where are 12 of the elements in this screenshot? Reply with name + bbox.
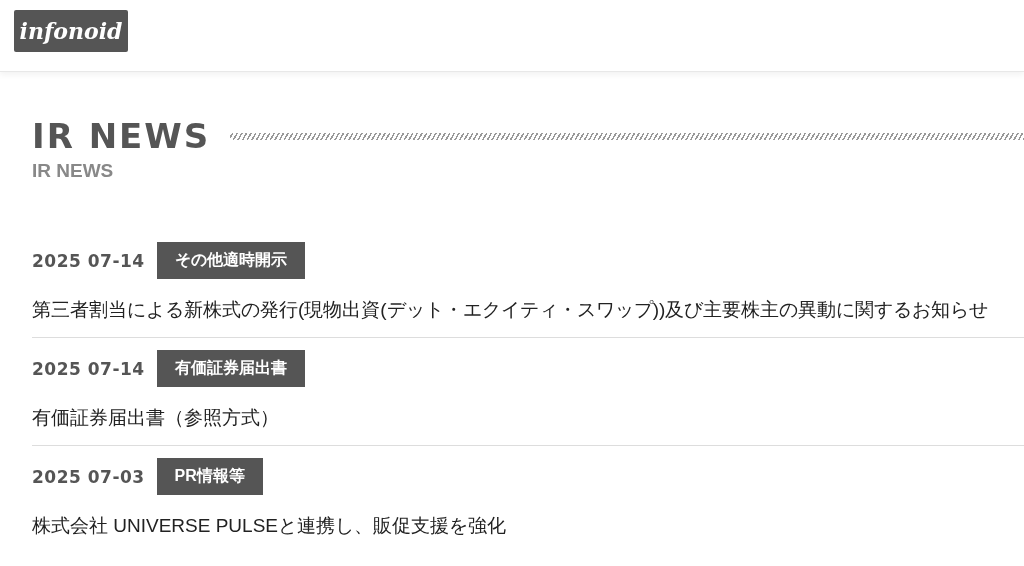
news-title[interactable]: 有価証券届出書（参照方式） (32, 407, 1024, 429)
section-subtitle: IR NEWS (32, 160, 115, 182)
category-tag: 有価証券届出書 (156, 350, 305, 387)
news-date: 2025 07-03 (32, 466, 145, 487)
news-title[interactable]: 株式会社 UNIVERSE PULSEと連携し、販促支援を強化 (32, 515, 1024, 537)
news-title[interactable]: 第三者割当による新株式の発行(現物出資(デット・エクイティ・スワップ))及び主要株主の異動に関するお知らせ (32, 299, 1024, 321)
news-date: 2025 07-14 (32, 250, 145, 271)
category-tag: PR情報等 (156, 458, 263, 495)
news-date: 2025 07-14 (32, 358, 145, 379)
category-tag: その他適時開示 (156, 242, 305, 279)
section-title: IR NEWS (32, 116, 211, 156)
logo[interactable]: infonoid (14, 10, 128, 52)
